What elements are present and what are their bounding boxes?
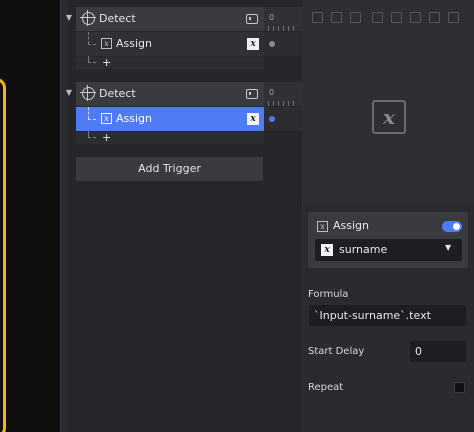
canvas-scroll-edge — [60, 0, 68, 432]
align-bottom-icon[interactable] — [448, 12, 459, 23]
timeline-strip[interactable]: 0 0 — [264, 0, 302, 432]
x-variable-icon: x — [101, 113, 112, 124]
crosshair-icon — [80, 10, 96, 26]
align-icon[interactable] — [312, 12, 323, 23]
panel-toggle-icon[interactable] — [246, 14, 258, 24]
trigger-label: Detect — [99, 87, 136, 100]
design-canvas[interactable] — [0, 0, 60, 432]
x-variable-icon: x — [321, 244, 333, 256]
align-left-icon[interactable] — [372, 12, 383, 23]
repeat-label: Repeat — [308, 382, 344, 393]
x-variable-icon: x — [247, 113, 259, 125]
trigger-header[interactable]: Detect — [76, 82, 264, 106]
action-row-selected[interactable]: x Assign x — [76, 107, 264, 131]
align-center-icon[interactable] — [391, 12, 402, 23]
add-trigger-button[interactable]: Add Trigger — [76, 157, 263, 181]
collapse-caret-icon[interactable]: ▼ — [64, 88, 74, 98]
keyframe-dot-selected[interactable] — [269, 116, 275, 122]
align-top-icon[interactable] — [429, 12, 440, 23]
panel-toggle-icon[interactable] — [246, 89, 258, 99]
enable-toggle[interactable] — [442, 221, 462, 232]
tick-label: 0 — [269, 13, 275, 22]
align-icon[interactable] — [331, 12, 342, 23]
collapse-caret-icon[interactable]: ▼ — [64, 13, 74, 23]
timeline-ticks — [268, 101, 298, 106]
formula-label: Formula — [308, 289, 349, 300]
repeat-checkbox[interactable] — [454, 382, 465, 393]
crosshair-icon — [80, 85, 96, 101]
action-row[interactable]: x Assign x — [76, 32, 264, 56]
artboard-frame[interactable] — [0, 78, 6, 432]
start-delay-input[interactable]: 0 — [410, 341, 466, 362]
align-toolbar — [302, 0, 474, 34]
action-label: Assign — [116, 112, 152, 125]
keyframe-dot[interactable] — [269, 41, 275, 47]
x-variable-icon: x — [247, 38, 259, 50]
add-action-button[interactable]: + — [102, 131, 111, 144]
x-variable-icon: x — [317, 221, 328, 232]
formula-input[interactable]: `Input-surname`.text — [309, 305, 466, 326]
tree-connector — [88, 32, 89, 44]
distribute-icon[interactable] — [350, 12, 361, 23]
action-label: Assign — [116, 37, 152, 50]
x-variable-icon: x — [372, 100, 406, 134]
add-action-button[interactable]: + — [102, 56, 111, 69]
add-action-row[interactable]: + — [76, 56, 264, 69]
start-delay-value: 0 — [415, 345, 422, 358]
trigger-label: Detect — [99, 12, 136, 25]
tree-connector — [88, 107, 89, 119]
formula-value: `Input-surname`.text — [314, 309, 431, 322]
x-variable-icon: x — [101, 38, 112, 49]
action-title: Assign — [333, 219, 369, 232]
tree-connector — [88, 44, 96, 45]
chevron-down-icon: ▼ — [445, 243, 452, 252]
tree-connector — [88, 62, 96, 63]
variable-select[interactable]: x surname ▼ — [315, 239, 462, 261]
timeline-ticks — [268, 26, 298, 31]
tree-connector — [88, 137, 96, 138]
start-delay-label: Start Delay — [308, 346, 365, 357]
tree-connector — [88, 119, 96, 120]
tick-label: 0 — [269, 88, 275, 97]
trigger-header[interactable]: Detect — [76, 7, 264, 31]
add-action-row[interactable]: + — [76, 131, 264, 144]
variable-value: surname — [339, 243, 388, 256]
action-card: x Assign x surname ▼ — [308, 212, 468, 268]
align-right-icon[interactable] — [410, 12, 421, 23]
